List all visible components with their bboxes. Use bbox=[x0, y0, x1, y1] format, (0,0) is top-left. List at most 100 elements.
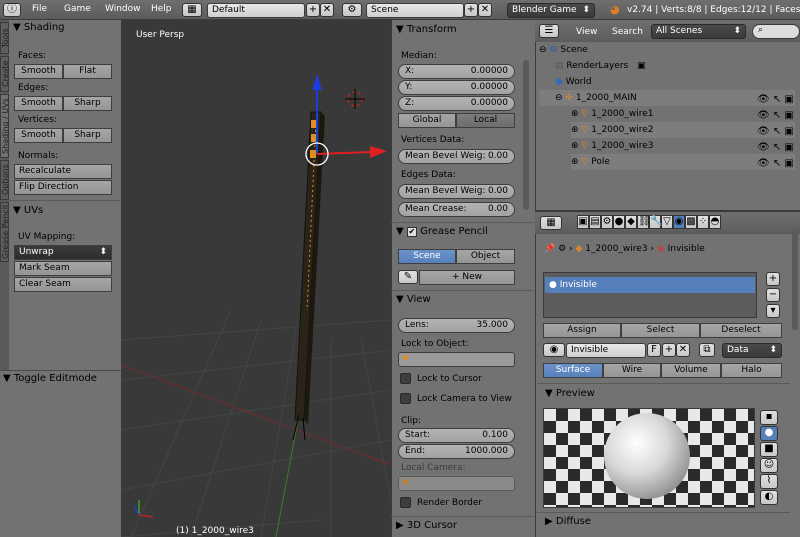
tab-shading-uvs[interactable]: Shading / UVs bbox=[0, 94, 10, 158]
outliner-editor-icon[interactable]: ☰ bbox=[539, 24, 559, 38]
local-camera-field[interactable]: ◆ bbox=[398, 476, 515, 491]
preview-monkey-icon[interactable]: ☺ bbox=[760, 458, 778, 473]
material-tab-icon[interactable]: ◉ bbox=[673, 215, 685, 229]
lens-field[interactable]: Lens: 35.000 bbox=[398, 318, 515, 333]
deselect-button[interactable]: Deselect bbox=[700, 323, 782, 338]
properties-scrollbar[interactable] bbox=[792, 230, 798, 330]
eye-icon[interactable]: 👁 ↖ ▣ bbox=[757, 124, 794, 140]
scene-icon[interactable]: ⚙ bbox=[342, 3, 362, 17]
clip-start-field[interactable]: Start: 0.100 bbox=[398, 428, 515, 443]
eye-icon[interactable]: 👁 ↖ ▣ bbox=[757, 140, 794, 156]
tree-row-scene[interactable]: ⊖ ⚙ Scene bbox=[539, 42, 799, 58]
add-material-icon[interactable]: + bbox=[662, 343, 676, 357]
vertices-sharp-button[interactable]: Sharp bbox=[63, 128, 112, 143]
lock-camera-checkbox[interactable] bbox=[400, 393, 411, 404]
menu-window[interactable]: Window bbox=[105, 4, 141, 14]
unlink-material-icon[interactable]: ✕ bbox=[676, 343, 690, 357]
z-arrow-icon[interactable] bbox=[312, 74, 322, 90]
preview-sky-icon[interactable]: ◐ bbox=[760, 490, 778, 505]
clear-seam-button[interactable]: Clear Seam bbox=[14, 277, 112, 292]
recalculate-button[interactable]: Recalculate bbox=[14, 164, 112, 179]
link-icon[interactable]: ⧉ bbox=[699, 343, 715, 357]
clip-end-field[interactable]: End: 1000.000 bbox=[398, 444, 515, 459]
outliner-search-input[interactable]: ⌕ bbox=[752, 24, 800, 39]
median-z-field[interactable]: Z: 0.00000 bbox=[398, 96, 515, 111]
flip-direction-button[interactable]: Flip Direction bbox=[14, 180, 112, 195]
diffuse-panel-header[interactable]: ▶ Diffuse bbox=[545, 516, 591, 527]
tab-tools[interactable]: Tools bbox=[0, 22, 10, 54]
outliner-view-menu[interactable]: View bbox=[576, 27, 597, 37]
eye-icon[interactable]: 👁 ↖ ▣ bbox=[757, 108, 794, 124]
add-scene-icon[interactable]: + bbox=[464, 3, 478, 17]
editor-type-icon[interactable]: ⓘ bbox=[3, 3, 21, 17]
add-layout-icon[interactable]: + bbox=[306, 3, 320, 17]
screen-layout-icon[interactable]: ▦ bbox=[182, 3, 202, 17]
data-tab-icon[interactable]: ▽ bbox=[661, 215, 673, 229]
lock-object-field[interactable]: ◆ bbox=[398, 352, 515, 367]
render-engine-dropdown[interactable]: Blender Game ⬍ bbox=[507, 3, 595, 18]
toggle-editmode-header[interactable]: ▼ Toggle Editmode bbox=[3, 373, 97, 384]
screen-layout-field[interactable]: Default bbox=[207, 3, 305, 18]
faces-flat-button[interactable]: Flat bbox=[63, 64, 112, 79]
menu-file[interactable]: File bbox=[32, 4, 47, 14]
view-panel-header[interactable]: ▼ View bbox=[396, 294, 431, 305]
mean-crease-field[interactable]: Mean Crease: 0.00 bbox=[398, 202, 515, 217]
pencil-icon[interactable]: ✎ bbox=[398, 270, 418, 284]
fake-user-button[interactable]: F bbox=[647, 343, 661, 357]
tab-surface[interactable]: Surface bbox=[543, 363, 603, 378]
remove-slot-icon[interactable]: − bbox=[766, 288, 780, 302]
scene-field[interactable]: Scene bbox=[366, 3, 464, 18]
add-slot-icon[interactable]: + bbox=[766, 272, 780, 286]
tree-row-world[interactable]: ● World bbox=[555, 74, 795, 90]
render-tab-icon[interactable]: ▣ bbox=[577, 215, 589, 229]
tab-wire[interactable]: Wire bbox=[603, 363, 661, 378]
menu-help[interactable]: Help bbox=[151, 4, 172, 14]
world-tab-icon[interactable]: ● bbox=[613, 215, 625, 229]
outliner-display-dropdown[interactable]: All Scenes ⬍ bbox=[651, 24, 746, 39]
render-border-checkbox[interactable] bbox=[400, 497, 411, 508]
scene-tab-icon[interactable]: ⚙ bbox=[601, 215, 613, 229]
properties-editor-icon[interactable]: ▦ bbox=[540, 216, 562, 230]
particles-tab-icon[interactable]: ⁘ bbox=[697, 215, 709, 229]
edges-sharp-button[interactable]: Sharp bbox=[63, 96, 112, 111]
material-slot-row[interactable]: ● Invisible bbox=[545, 277, 755, 293]
lock-to-cursor-checkbox[interactable] bbox=[400, 373, 411, 384]
tab-options[interactable]: Options bbox=[0, 160, 10, 200]
x-manipulator-axis[interactable] bbox=[316, 151, 372, 155]
grease-object-toggle[interactable]: Object bbox=[456, 249, 515, 264]
tab-grease-pencil[interactable]: Grease Pencil bbox=[0, 202, 10, 262]
3d-viewport[interactable]: User Persp (1) 1_2000_wire3 bbox=[121, 20, 391, 537]
grease-scene-toggle[interactable]: Scene bbox=[398, 249, 456, 264]
select-button[interactable]: Select bbox=[621, 323, 700, 338]
unwrap-dropdown[interactable]: Unwrap ⬍ bbox=[14, 245, 112, 260]
grease-new-button[interactable]: + New bbox=[419, 270, 515, 285]
tab-volume[interactable]: Volume bbox=[661, 363, 721, 378]
assign-button[interactable]: Assign bbox=[543, 323, 621, 338]
object-tab-icon[interactable]: ◆ bbox=[625, 215, 637, 229]
local-toggle[interactable]: Local bbox=[456, 113, 515, 128]
slot-specials-icon[interactable]: ▾ bbox=[766, 304, 780, 318]
tree-row-renderlayers[interactable]: ▤ RenderLayers ▣ bbox=[555, 58, 795, 74]
material-browse-icon[interactable]: ◉ bbox=[543, 343, 565, 357]
menu-game[interactable]: Game bbox=[64, 4, 91, 14]
uvs-panel-header[interactable]: ▼ UVs bbox=[9, 205, 121, 216]
edges-smooth-button[interactable]: Smooth bbox=[14, 96, 63, 111]
link-dropdown[interactable]: Data ⬍ bbox=[722, 343, 782, 358]
mean-bevel-vertex-field[interactable]: Mean Bevel Weig: 0.00 bbox=[398, 149, 515, 164]
material-name-field[interactable]: Invisible bbox=[566, 343, 646, 358]
mark-seam-button[interactable]: Mark Seam bbox=[14, 261, 112, 276]
preview-panel-header[interactable]: ▼ Preview bbox=[545, 388, 595, 399]
preview-sphere-icon[interactable]: ● bbox=[760, 426, 778, 441]
checkbox-checked-icon[interactable]: ✔ bbox=[406, 227, 417, 237]
preview-cube-icon[interactable]: ■ bbox=[760, 442, 778, 457]
preview-hair-icon[interactable]: ⌇ bbox=[760, 474, 778, 489]
tab-halo[interactable]: Halo bbox=[721, 363, 782, 378]
pin-icon[interactable]: 📌 bbox=[544, 244, 555, 254]
shading-panel-header[interactable]: ▼ Shading bbox=[9, 22, 121, 33]
texture-tab-icon[interactable]: ▩ bbox=[685, 215, 697, 229]
tab-create[interactable]: Create bbox=[0, 56, 10, 92]
eye-icon[interactable]: 👁 ↖ ▣ bbox=[757, 156, 794, 172]
3d-cursor-panel-header[interactable]: ▶ 3D Cursor bbox=[396, 520, 457, 531]
shelf-scrollbar[interactable] bbox=[523, 60, 529, 210]
eye-icon[interactable]: 👁 ↖ ▣ bbox=[757, 92, 794, 108]
